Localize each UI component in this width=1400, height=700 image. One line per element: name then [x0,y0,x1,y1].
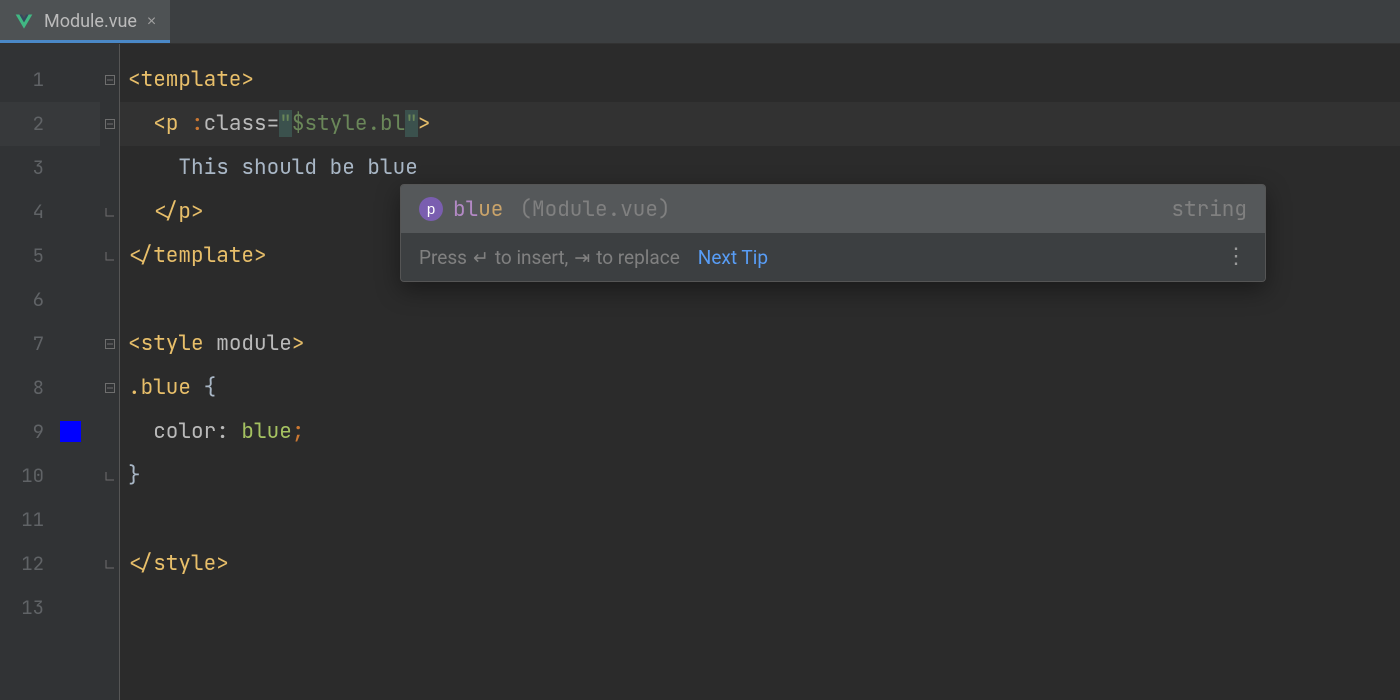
fold-end-icon[interactable] [100,542,119,586]
line-number: 13 [0,586,100,630]
line-number-gutter: 1 2 3 4 5 6 7 8 9 10 11 12 13 [0,44,100,700]
fold-column [100,44,120,700]
completion-footer: Press ↵ to insert, ⇥ to replace Next Tip… [401,233,1265,281]
fold-end-icon[interactable] [100,454,119,498]
code-line[interactable] [120,498,1400,542]
fold-toggle-icon[interactable] [100,58,119,102]
code-completion-popup: p blue (Module.vue) string Press ↵ to in… [400,184,1266,282]
line-number: 11 [0,498,100,542]
gutter-color-swatch[interactable] [60,421,81,442]
code-line[interactable]: <p :class="$style.bl"> [120,102,1400,146]
editor-tab[interactable]: Module.vue × [0,0,170,43]
tab-key-icon: ⇥ [574,246,590,269]
code-area[interactable]: <template> <p :class="$style.bl"> This s… [120,44,1400,700]
enter-key-icon: ↵ [473,246,489,269]
fold-end-icon[interactable] [100,234,119,278]
next-tip-link[interactable]: Next Tip [698,246,768,269]
line-number: 8 [0,366,100,410]
completion-hint-text: to insert, [495,246,568,269]
tab-filename: Module.vue [44,11,137,32]
tab-close-icon[interactable]: × [147,13,156,31]
completion-hint-text: Press [419,246,467,269]
completion-type: string [1171,196,1247,223]
line-number: 7 [0,322,100,366]
line-number: 9 [0,410,100,454]
code-line[interactable]: </style> [120,542,1400,586]
line-number: 2 [0,102,100,146]
fold-toggle-icon[interactable] [100,102,119,146]
code-line[interactable]: .blue { [120,366,1400,410]
code-line[interactable]: } [120,454,1400,498]
fold-toggle-icon[interactable] [100,322,119,366]
line-number: 5 [0,234,100,278]
line-number: 12 [0,542,100,586]
line-number: 4 [0,190,100,234]
fold-toggle-icon[interactable] [100,366,119,410]
vue-file-icon [14,12,34,32]
editor-viewport: 1 2 3 4 5 6 7 8 9 10 11 12 13 <template>… [0,44,1400,700]
code-line[interactable]: color: blue; [120,410,1400,454]
code-line[interactable]: <template> [120,58,1400,102]
completion-hint-text: to replace [596,246,680,269]
completion-source: (Module.vue) [519,196,670,223]
line-number: 3 [0,146,100,190]
line-number: 1 [0,58,100,102]
line-number: 10 [0,454,100,498]
completion-item[interactable]: p blue (Module.vue) string [401,185,1265,233]
completion-label: blue [453,196,503,223]
completion-kind-icon: p [419,197,443,221]
tab-bar: Module.vue × [0,0,1400,44]
fold-end-icon[interactable] [100,190,119,234]
line-number: 6 [0,278,100,322]
code-line[interactable] [120,586,1400,630]
code-line[interactable]: <style module> [120,322,1400,366]
code-line[interactable] [120,278,1400,322]
